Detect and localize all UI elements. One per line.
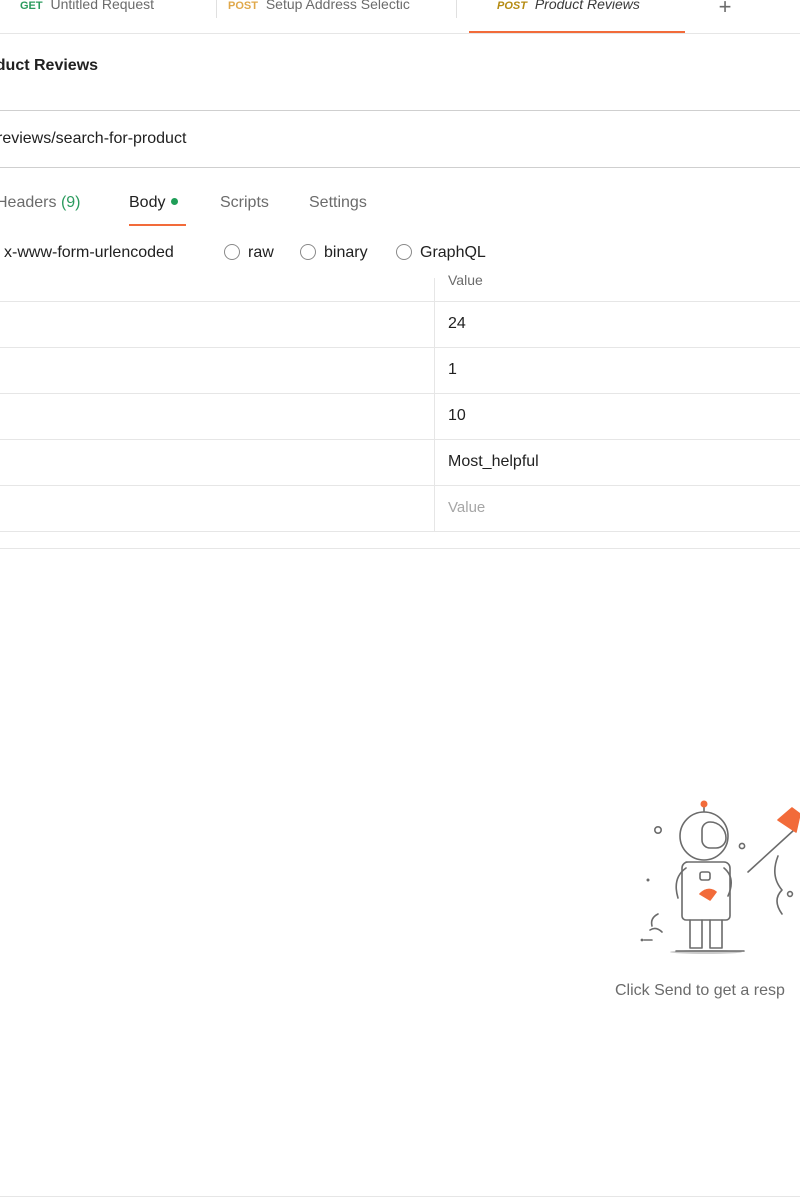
radio-circle-icon (224, 244, 240, 260)
subtab-headers-label: Headers (0, 194, 57, 211)
body-params-table: Value 24 1 10 Most_helpful Value (0, 272, 800, 532)
subtab-headers[interactable]: Headers (9) (0, 194, 81, 212)
radio-label: binary (324, 244, 368, 261)
row-divider (0, 531, 800, 532)
tab-name: Setup Address Selectic (265, 0, 410, 12)
radio-label: raw (248, 244, 274, 261)
value-column-header: Value (448, 272, 483, 286)
request-tab-bar: GET Untitled Request POST Setup Address … (0, 0, 800, 34)
tab-method: POST (228, 0, 258, 12)
tab-setup-address[interactable]: POST Setup Address Selectic (228, 0, 436, 30)
radio-binary[interactable]: binary (300, 244, 368, 262)
tab-untitled-request[interactable]: GET Untitled Request (20, 0, 210, 30)
request-title[interactable]: oduct Reviews (0, 57, 98, 75)
body-modified-dot-icon (171, 198, 179, 205)
row-divider (0, 393, 800, 394)
subtab-scripts[interactable]: Scripts (220, 194, 269, 212)
subtab-body[interactable]: Body (129, 194, 179, 212)
tab-method: GET (20, 0, 43, 12)
tab-method: POST (497, 0, 527, 12)
radio-circle-icon (300, 244, 316, 260)
value-cell[interactable]: 24 (448, 315, 466, 333)
column-divider (434, 278, 435, 532)
divider (0, 167, 800, 168)
tab-divider (216, 0, 217, 18)
radio-label: x-www-form-urlencoded (4, 244, 174, 261)
row-divider (0, 301, 800, 302)
tab-name: Untitled Request (50, 0, 155, 12)
radio-x-www-form-urlencoded[interactable]: x-www-form-urlencoded (4, 244, 174, 262)
radio-raw[interactable]: raw (224, 244, 274, 262)
pane-divider (0, 548, 800, 549)
divider (0, 110, 800, 111)
tab-divider (456, 0, 457, 18)
subtab-body-label: Body (129, 194, 166, 211)
radio-circle-icon (396, 244, 412, 260)
row-divider (0, 439, 800, 440)
headers-count-badge: (9) (60, 194, 81, 211)
tab-name: Product Reviews (534, 0, 640, 12)
radio-label: GraphQL (420, 244, 486, 261)
new-tab-plus-icon[interactable]: + (714, 0, 736, 20)
tab-product-reviews[interactable]: POST Product Reviews (497, 0, 685, 30)
astronaut-illustration-icon (640, 800, 800, 954)
active-subtab-indicator (129, 224, 186, 226)
subtab-settings[interactable]: Settings (309, 194, 367, 212)
row-divider (0, 485, 800, 486)
active-tab-indicator (469, 31, 685, 33)
value-cell[interactable]: Most_helpful (448, 453, 539, 471)
value-cell[interactable]: 1 (448, 361, 457, 379)
url-input[interactable]: reviews/search-for-product (0, 130, 186, 148)
value-cell[interactable]: 10 (448, 407, 466, 425)
divider (0, 1196, 800, 1197)
value-input-empty[interactable]: Value (448, 499, 485, 516)
radio-graphql[interactable]: GraphQL (396, 244, 486, 262)
row-divider (0, 347, 800, 348)
response-empty-message: Click Send to get a resp (615, 982, 785, 999)
